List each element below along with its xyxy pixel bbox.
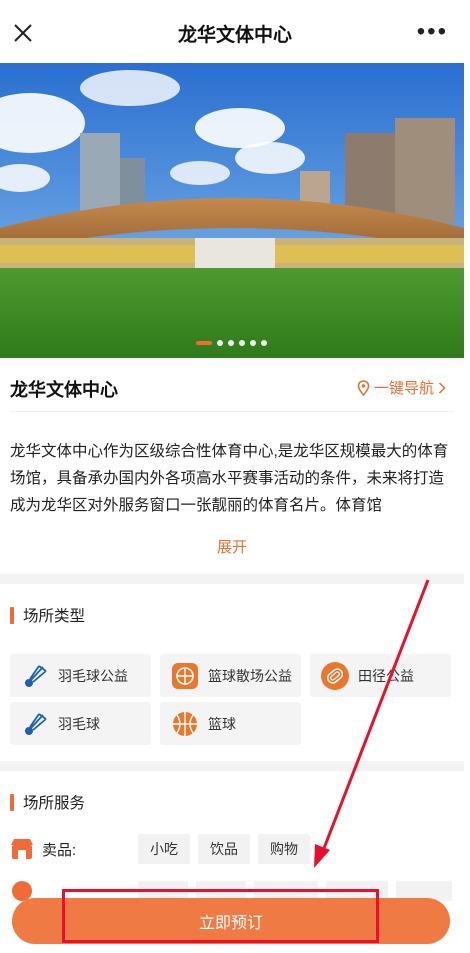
shop-icon [11,839,33,859]
annotation-highlight-box [62,889,379,943]
carousel-dot [261,340,267,346]
carousel-dot [217,340,223,346]
section-accent-bar [10,606,14,624]
venue-type-label: 篮球散场公益 [208,667,292,684]
top-bar: 龙华文体中心 ••• [0,0,470,66]
service-label-text: 卖品: [42,841,77,859]
carousel-dot-active [196,341,212,345]
carousel-dot [250,340,256,346]
shuttlecock-icon [20,709,50,739]
venue-type-badminton-charity[interactable]: 羽毛球公益 [10,654,151,697]
location-pin-icon [357,379,370,396]
basketball-icon [170,709,200,739]
service-tag: 购物 [258,834,310,864]
venue-type-grid: 羽毛球公益 篮球散场公益 田径公益 羽毛球 篮球 [10,654,454,745]
expand-button[interactable]: 展开 [0,536,464,557]
venue-name: 龙华文体中心 [10,380,118,400]
divider [10,411,454,412]
venue-info-card: 龙华文体中心 一键导航 龙华文体中心作为区级综合性体育中心,是龙华区规模最大的体… [0,358,464,574]
banner-carousel[interactable] [0,63,464,358]
navigate-button[interactable]: 一键导航 [357,377,446,398]
more-options-icon[interactable]: ••• [417,20,448,44]
chevron-right-icon [438,381,446,394]
venue-type-label: 篮球 [208,715,236,732]
venue-type-track-charity[interactable]: 田径公益 [310,654,451,697]
venue-type-badminton[interactable]: 羽毛球 [10,702,151,745]
page-title: 龙华文体中心 [177,24,292,46]
service-tag: 饮品 [198,834,250,864]
venue-type-label: 田径公益 [358,667,414,684]
service-row-sales: 卖品: 小吃 饮品 购物 [10,834,318,864]
section-header: 场所服务 [10,791,85,813]
scrollbar-track [464,63,470,953]
venue-type-basketball[interactable]: 篮球 [160,702,301,745]
basketball-icon [170,661,200,691]
section-header: 场所类型 [10,604,85,626]
carousel-dot [228,340,234,346]
venue-type-basketball-charity[interactable]: 篮球散场公益 [160,654,301,697]
service-label: 卖品: [10,837,138,861]
navigate-label: 一键导航 [373,380,434,397]
shuttlecock-icon [20,661,50,691]
service-tag: 小吃 [138,834,190,864]
venue-type-label: 羽毛球公益 [58,667,128,684]
venue-types-section: 场所类型 羽毛球公益 篮球散场公益 田径公益 羽毛球 篮球 [0,584,464,761]
close-icon[interactable] [12,22,34,44]
venue-description: 龙华文体中心作为区级综合性体育中心,是龙华区规模最大的体育场馆，具备承办国内外各… [10,443,449,514]
carousel-indicator [196,340,267,346]
section-accent-bar [10,793,14,811]
venue-type-label: 羽毛球 [58,715,100,732]
track-icon [320,661,350,691]
carousel-dot [239,340,245,346]
section-title: 场所服务 [23,795,86,812]
section-title: 场所类型 [23,608,86,625]
stadium-photo [0,63,464,358]
